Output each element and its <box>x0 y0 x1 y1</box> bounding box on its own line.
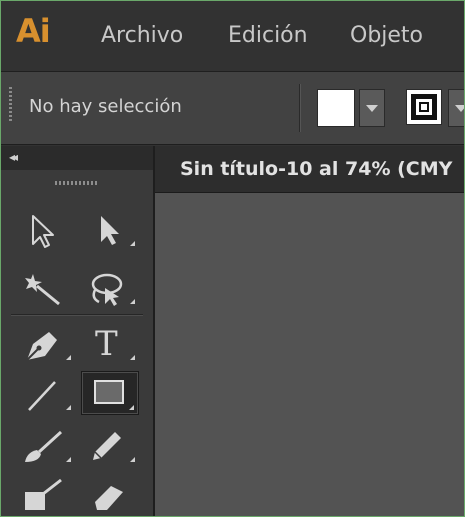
rectangle-tool[interactable] <box>81 371 139 415</box>
menu-bar: Ai Archivo Edición Objeto <box>1 1 464 72</box>
magic-wand-tool[interactable] <box>19 268 75 308</box>
stroke-color-swatch[interactable] <box>406 89 442 125</box>
menu-objeto[interactable]: Objeto <box>350 23 423 48</box>
line-segment-tool[interactable] <box>19 374 75 414</box>
menu-edicion[interactable]: Edición <box>228 23 308 48</box>
tools-panel-grip[interactable] <box>55 181 99 185</box>
fill-dropdown-button[interactable] <box>359 89 385 127</box>
app-window: Ai Archivo Edición Objeto No hay selecci… <box>0 0 465 517</box>
direct-selection-tool[interactable] <box>83 210 139 250</box>
document-window: Sin título-10 al 74% (CMY <box>155 146 464 516</box>
tools-divider <box>11 314 143 315</box>
collapse-panel-icon[interactable]: ◂◂ <box>9 150 18 164</box>
blob-brush-tool[interactable] <box>19 478 75 516</box>
selection-status: No hay selección <box>29 96 182 117</box>
magic-wand-icon <box>25 274 60 306</box>
control-bar-grip[interactable] <box>9 87 12 121</box>
selection-arrow-icon <box>32 215 54 248</box>
type-tool[interactable]: T <box>83 324 139 364</box>
control-bar-divider <box>299 84 300 132</box>
document-tab[interactable]: Sin título-10 al 74% (CMY <box>155 146 464 193</box>
illustrator-logo: Ai <box>16 12 51 50</box>
menu-archivo[interactable]: Archivo <box>101 23 183 48</box>
type-t-icon: T <box>95 324 118 364</box>
fill-color-swatch[interactable] <box>317 89 355 127</box>
selection-tool[interactable] <box>19 210 75 250</box>
pencil-tool[interactable] <box>83 426 139 466</box>
canvas-area[interactable] <box>155 193 464 516</box>
stroke-dropdown-button[interactable] <box>448 89 464 127</box>
pen-tool[interactable] <box>19 324 75 364</box>
tools-panel: ◂◂ T <box>1 146 155 516</box>
eraser-tool[interactable] <box>83 478 139 516</box>
tools-panel-header: ◂◂ <box>1 146 153 170</box>
control-bar: No hay selección <box>1 72 464 145</box>
document-title: Sin título-10 al 74% (CMY <box>180 158 453 180</box>
lasso-tool[interactable] <box>83 268 139 308</box>
eraser-icon <box>95 486 123 510</box>
paintbrush-tool[interactable] <box>19 426 75 466</box>
blob-brush-icon <box>25 478 62 510</box>
